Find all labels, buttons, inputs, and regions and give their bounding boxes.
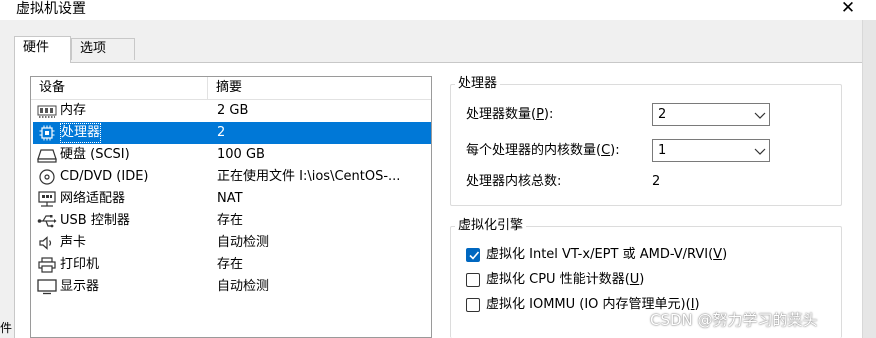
device-name: 处理器: [60, 123, 102, 143]
device-row-printer[interactable]: 打印机 存在: [33, 254, 431, 276]
tab-hardware[interactable]: 硬件: [14, 36, 71, 63]
device-name: 打印机: [60, 257, 100, 272]
virtualize-cpu-counters-checkbox[interactable]: [466, 273, 480, 287]
device-summary: 2 GB: [217, 103, 249, 118]
column-separator[interactable]: [207, 77, 208, 99]
virtualize-cpu-counters-label[interactable]: 虚拟化 CPU 性能计数器(U): [486, 271, 644, 289]
virtualize-iommu-checkbox[interactable]: [466, 298, 480, 312]
window-title: 虚拟机设置: [16, 1, 86, 17]
virtualization-engine-group-title: 虚拟化引擎: [455, 218, 527, 234]
printer-icon: [38, 257, 56, 273]
virtualize-vtx-label[interactable]: 虚拟化 Intel VT-x/EPT 或 AMD-V/RVI(V): [486, 246, 727, 264]
column-header-device[interactable]: 设备: [39, 79, 65, 97]
device-row-network-adapter[interactable]: 网络适配器 NAT: [33, 188, 431, 210]
device-summary: 存在: [217, 213, 244, 228]
cores-per-processor-label: 每个处理器的内核数量(C):: [466, 143, 620, 158]
total-cores-value: 2: [652, 174, 661, 189]
processor-count-value: 2: [658, 107, 667, 122]
network-adapter-icon: [38, 191, 56, 207]
device-name: 声卡: [60, 235, 87, 250]
display-icon: [37, 279, 57, 295]
chevron-down-icon: [754, 148, 766, 155]
sound-card-icon: [39, 236, 52, 250]
total-cores-label: 处理器内核总数:: [466, 174, 562, 189]
hard-disk-icon: [37, 149, 57, 163]
device-summary: 自动检测: [217, 279, 270, 294]
processor-count-label: 处理器数量(P):: [466, 107, 554, 122]
device-summary: 100 GB: [217, 147, 265, 162]
device-summary: 存在: [217, 257, 244, 272]
close-icon[interactable]: ✕: [836, 0, 860, 18]
device-name: CD/DVD (IDE): [60, 169, 149, 184]
device-name: USB 控制器: [60, 213, 130, 228]
device-list-header: 设备 摘要: [31, 77, 431, 100]
usb-icon: [37, 215, 57, 228]
cores-per-processor-value: 1: [658, 143, 667, 158]
device-summary: 正在使用文件 I:\ios\CentOS-...: [217, 169, 401, 184]
title-bar: 虚拟机设置 ✕: [0, 0, 876, 20]
device-name: 网络适配器: [60, 191, 126, 206]
device-summary: 2: [217, 125, 226, 140]
device-list[interactable]: 设备 摘要 内存 2 GB 处理器 2 硬盘 (SCSI) 100 GB CD/…: [30, 76, 432, 338]
device-row-memory[interactable]: 内存 2 GB: [33, 100, 431, 122]
processor-group-title: 处理器: [455, 76, 501, 92]
processor-count-select[interactable]: 2: [652, 103, 770, 126]
checkmark-icon: [469, 251, 480, 260]
watermark: CSDN @努力学习的菜头: [650, 311, 818, 329]
processor-icon: [39, 125, 55, 141]
device-row-display[interactable]: 显示器 自动检测: [33, 276, 431, 298]
device-summary: 自动检测: [217, 235, 270, 250]
memory-icon: [37, 105, 57, 118]
window-right-edge: [862, 20, 876, 338]
device-row-sound-card[interactable]: 声卡 自动检测: [33, 232, 431, 254]
device-name: 硬盘 (SCSI): [60, 147, 130, 162]
column-header-summary[interactable]: 摘要: [216, 79, 242, 97]
device-name: 内存: [60, 103, 87, 118]
device-row-hard-disk[interactable]: 硬盘 (SCSI) 100 GB: [33, 144, 431, 166]
device-summary: NAT: [217, 191, 243, 206]
device-name: 显示器: [60, 279, 100, 294]
virtualize-vtx-checkbox[interactable]: [466, 248, 480, 262]
device-row-cd-dvd[interactable]: CD/DVD (IDE) 正在使用文件 I:\ios\CentOS-...: [33, 166, 431, 188]
tab-options[interactable]: 选项: [71, 38, 135, 60]
chevron-down-icon: [754, 112, 766, 119]
cores-per-processor-select[interactable]: 1: [652, 139, 770, 162]
device-row-usb-controller[interactable]: USB 控制器 存在: [33, 210, 431, 232]
cd-dvd-icon: [39, 169, 55, 185]
device-row-processor[interactable]: 处理器 2: [33, 122, 431, 144]
left-edge-fragment: 件: [0, 321, 13, 335]
